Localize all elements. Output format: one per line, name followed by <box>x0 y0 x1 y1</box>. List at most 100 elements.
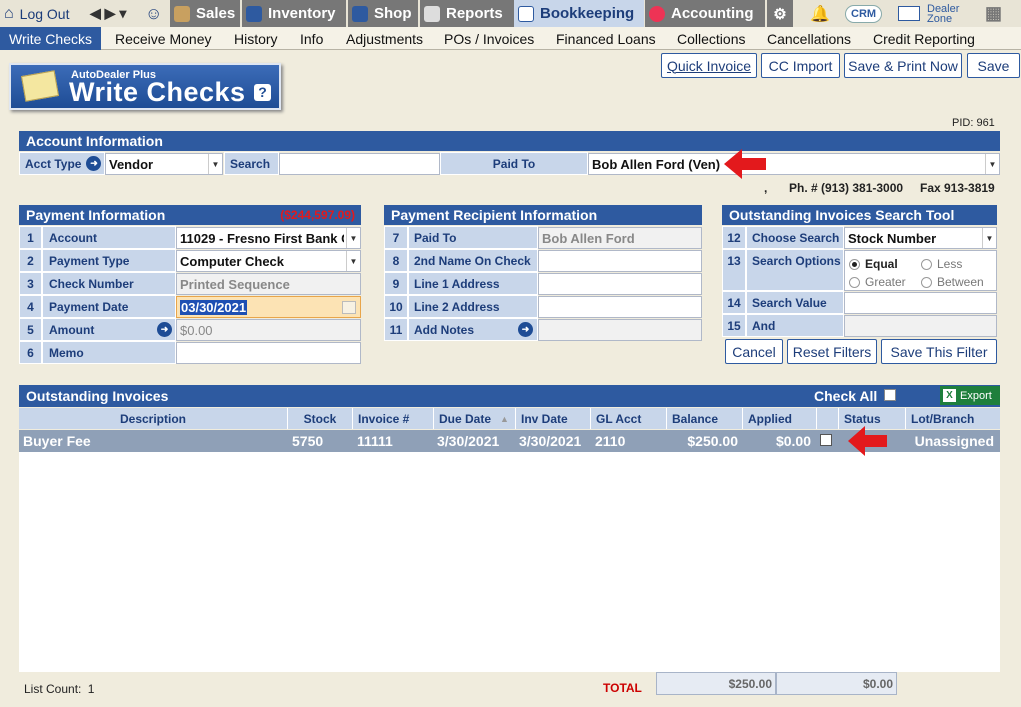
menu-bookkeeping[interactable]: Bookkeeping <box>514 0 644 27</box>
tab-adjustments[interactable]: Adjustments <box>346 27 423 50</box>
col-inv-date[interactable]: Inv Date <box>516 408 591 429</box>
line1-address-label: Line 1 Address <box>408 272 538 295</box>
menu-accounting[interactable]: Accounting <box>645 0 765 27</box>
account-select[interactable]: 11029 - Fresno First Bank C ▼ <box>176 227 361 249</box>
tab-pos-invoices[interactable]: POs / Invoices <box>444 27 534 50</box>
option-less[interactable]: Less <box>921 257 962 271</box>
cell-invoice: 11111 <box>357 432 393 449</box>
calendar-icon[interactable] <box>342 301 356 314</box>
menu-shop[interactable]: Shop <box>348 0 418 27</box>
help-icon[interactable]: ? <box>254 84 271 101</box>
row-number: 1 <box>19 226 42 249</box>
check-all-checkbox[interactable] <box>884 389 896 401</box>
dealer-zone-link[interactable]: Dealer Zone <box>898 0 967 27</box>
search-value-input[interactable] <box>844 292 997 314</box>
menu-reports[interactable]: Reports <box>420 0 514 27</box>
payment-date-label: Payment Date <box>42 295 176 318</box>
save-print-button[interactable]: Save & Print Now <box>844 53 962 78</box>
top-menu-bar: ⌂ Log Out ◀ ▶ ▾ ☺ Sales Inventory Shop R… <box>0 0 1021 27</box>
home-icon: ⌂ <box>4 4 14 22</box>
tab-receive-money[interactable]: Receive Money <box>115 27 212 50</box>
col-gl-acct[interactable]: GL Acct <box>591 408 667 429</box>
notification-bell-icon[interactable]: 🔔 <box>810 0 830 27</box>
back-forward-icon[interactable]: ◀ ▶ ▾ <box>90 0 126 27</box>
option-greater[interactable]: Greater <box>849 275 906 289</box>
account-label: Account <box>42 226 176 249</box>
row-number: 5 <box>19 318 42 341</box>
tab-write-checks[interactable]: Write Checks <box>0 27 101 50</box>
col-invoice-number[interactable]: Invoice # <box>353 408 434 429</box>
tab-financed-loans[interactable]: Financed Loans <box>556 27 656 50</box>
support-icon[interactable]: ☺ <box>145 0 162 27</box>
memo-input[interactable] <box>176 342 361 364</box>
tab-credit-reporting[interactable]: Credit Reporting <box>873 27 975 50</box>
cc-import-button[interactable]: CC Import <box>761 53 840 78</box>
radio-icon <box>921 277 932 289</box>
acct-type-select[interactable]: Vendor ▼ <box>105 153 223 175</box>
menu-inventory[interactable]: Inventory <box>242 0 346 27</box>
chevron-down-icon: ▼ <box>208 154 222 174</box>
row-number: 3 <box>19 272 42 295</box>
line1-address-input[interactable] <box>538 273 702 295</box>
calculator-icon[interactable]: ▦ <box>985 0 1002 27</box>
line2-address-input[interactable] <box>538 296 702 318</box>
check-all-label: Check All <box>814 388 878 404</box>
choose-search-select[interactable]: Stock Number ▼ <box>844 227 997 249</box>
sort-asc-icon: ▲ <box>500 413 509 424</box>
sub-nav-bar: Write Checks Receive Money History Info … <box>0 27 1021 50</box>
row-number: 2 <box>19 249 42 272</box>
tab-history[interactable]: History <box>234 27 278 50</box>
car-icon <box>246 5 262 22</box>
account-balance: ($244,597.09) <box>280 208 355 222</box>
col-description[interactable]: Description <box>19 408 288 429</box>
lookup-icon[interactable]: ➜ <box>86 156 102 171</box>
menu-sales[interactable]: Sales <box>170 0 240 27</box>
col-lot-branch[interactable]: Lot/Branch <box>906 408 1000 429</box>
reset-filters-button[interactable]: Reset Filters <box>787 339 877 364</box>
row-checkbox[interactable] <box>820 434 832 446</box>
total-label: TOTAL <box>603 681 642 695</box>
lookup-icon[interactable]: ➜ <box>518 322 533 337</box>
chevron-down-icon: ▼ <box>346 251 360 271</box>
col-applied[interactable]: Applied <box>743 408 817 429</box>
payment-date-input[interactable]: 03/30/2021 <box>176 296 361 318</box>
tab-info[interactable]: Info <box>300 27 323 50</box>
col-stock[interactable]: Stock <box>288 408 353 429</box>
cell-applied: $0.00 <box>775 432 811 449</box>
memo-label: Memo <box>42 341 176 364</box>
save-filter-button[interactable]: Save This Filter <box>881 339 997 364</box>
payment-info-header: Payment Information ($244,597.09) <box>19 205 361 225</box>
row-number: 9 <box>384 272 408 295</box>
payment-type-select[interactable]: Computer Check ▼ <box>176 250 361 272</box>
tab-collections[interactable]: Collections <box>677 27 745 50</box>
fax-text: Fax 913-3819 <box>920 181 995 195</box>
cancel-button[interactable]: Cancel <box>725 339 783 364</box>
second-name-label: 2nd Name On Check <box>408 249 538 272</box>
settings-gear-icon[interactable]: ⚙ <box>767 0 793 27</box>
second-name-input[interactable] <box>538 250 702 272</box>
option-equal[interactable]: Equal <box>849 257 898 271</box>
option-between[interactable]: Between <box>921 275 984 289</box>
quick-invoice-button[interactable]: Quick Invoice <box>661 53 757 78</box>
cell-gl-acct: 2110 <box>595 432 626 449</box>
cell-inv-date: 3/30/2021 <box>519 432 582 449</box>
crm-button[interactable]: CRM <box>845 0 883 27</box>
tab-cancellations[interactable]: Cancellations <box>767 27 851 50</box>
pid-label: PID: 961 <box>952 117 995 129</box>
search-input[interactable] <box>279 153 440 175</box>
col-due-date[interactable]: Due Date ▲ <box>434 408 516 429</box>
phone-text: Ph. # (913) 381-3000 <box>789 181 904 195</box>
cell-description: Buyer Fee <box>23 432 91 449</box>
page-logo: AutoDealer Plus Write Checks ? <box>9 63 281 110</box>
logout-link[interactable]: ⌂ Log Out <box>4 0 70 27</box>
col-balance[interactable]: Balance <box>667 408 743 429</box>
recipient-paid-to-label: Paid To <box>408 226 538 249</box>
save-button[interactable]: Save <box>967 53 1020 78</box>
paid-to-select[interactable]: Bob Allen Ford (Ven) ▼ <box>588 153 1000 175</box>
amount-label: Amount ➜ <box>42 318 176 341</box>
lookup-icon[interactable]: ➜ <box>157 322 172 337</box>
dealer-zone-icon <box>898 6 920 21</box>
export-button[interactable]: X Export <box>940 386 1000 405</box>
row-number: 8 <box>384 249 408 272</box>
row-number: 11 <box>384 318 408 341</box>
